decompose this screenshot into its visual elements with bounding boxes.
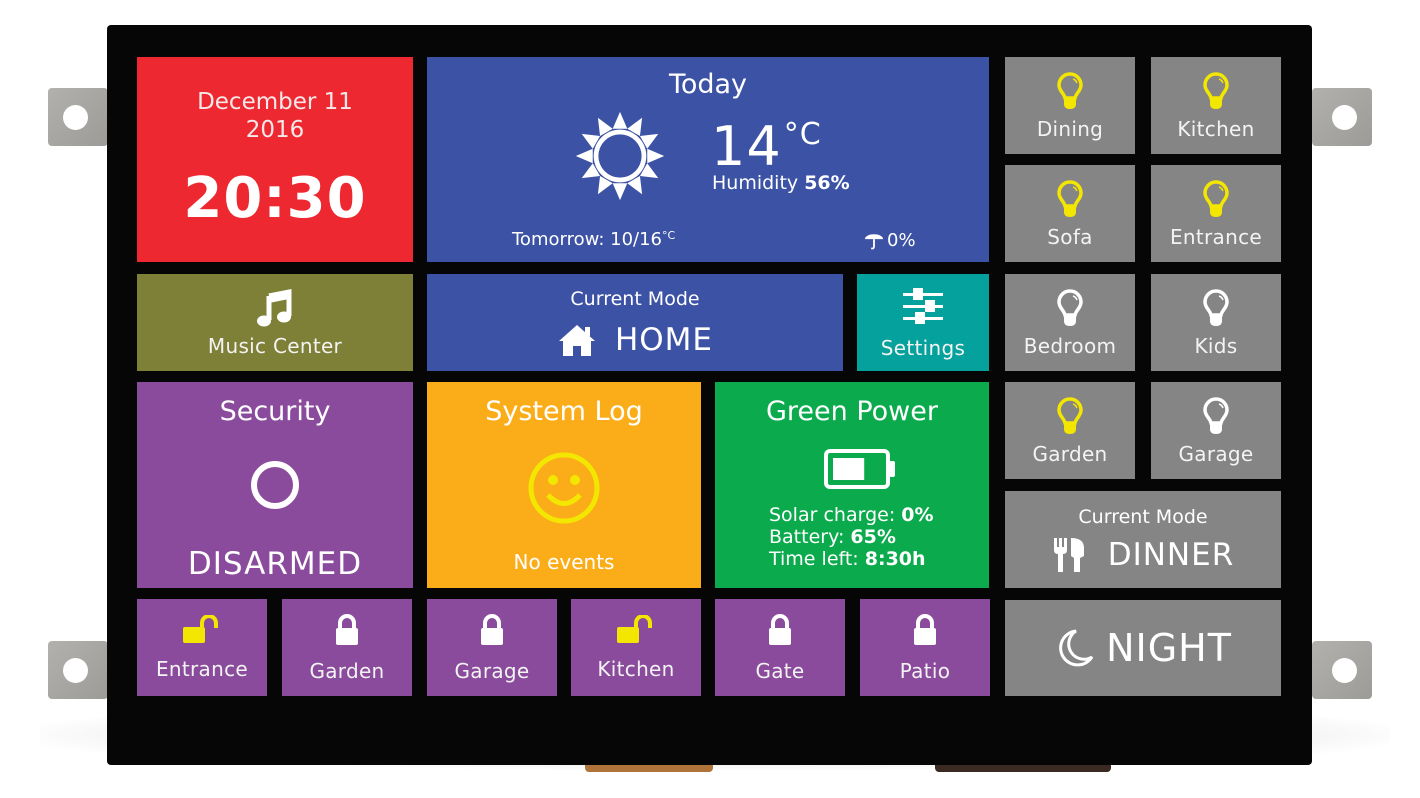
tomorrow-forecast: Tomorrow: 10/16°C: [512, 229, 676, 250]
lock-label: Garden: [309, 658, 385, 683]
lightbulb-off-icon: [1201, 396, 1231, 436]
current-mode-tile[interactable]: Current Mode HOME: [427, 274, 843, 371]
lightbulb-on-icon: [1055, 71, 1085, 111]
light-tile-bedroom[interactable]: Bedroom: [1005, 274, 1135, 371]
lock-label: Entrance: [155, 656, 248, 681]
home-icon: [557, 323, 597, 357]
light-label: Kids: [1194, 333, 1238, 358]
humidity-value: 56%: [804, 172, 850, 194]
time-left: Time left: 8:30h: [769, 548, 926, 570]
lock-tile-garage[interactable]: Garage: [427, 599, 557, 696]
moon-icon: [1054, 627, 1096, 669]
sliders-icon: [901, 286, 945, 326]
light-tile-kids[interactable]: Kids: [1151, 274, 1281, 371]
battery-icon: [823, 448, 899, 490]
light-label: Garage: [1178, 441, 1254, 466]
lock-open-icon: [181, 614, 223, 645]
mounting-tab-top-right: [1312, 88, 1372, 146]
settings-label: Settings: [880, 335, 966, 360]
lock-closed-icon: [766, 613, 794, 647]
lightbulb-on-icon: [1055, 179, 1085, 219]
lock-label: Gate: [755, 658, 805, 683]
date-line-1: December 11: [197, 89, 353, 115]
lock-tile-gate[interactable]: Gate: [715, 599, 845, 696]
lock-closed-icon: [911, 613, 939, 647]
light-label: Kitchen: [1177, 116, 1255, 141]
light-tile-garage[interactable]: Garage: [1151, 382, 1281, 479]
green-power-tile[interactable]: Green Power Solar charge: 0% Battery: 65…: [715, 382, 989, 588]
dinner-mode-value: DINNER: [1107, 536, 1235, 573]
lightbulb-off-icon: [1201, 288, 1231, 328]
lock-label: Kitchen: [597, 656, 675, 681]
music-center-tile[interactable]: Music Center: [137, 274, 413, 371]
lock-tile-garden[interactable]: Garden: [282, 599, 412, 696]
system-log-status: No events: [513, 550, 615, 574]
music-note-icon: [255, 288, 295, 328]
solar-charge: Solar charge: 0%: [769, 504, 934, 526]
light-tile-garden[interactable]: Garden: [1005, 382, 1135, 479]
lock-open-icon: [615, 614, 657, 645]
sun-icon: [573, 109, 667, 203]
light-label: Sofa: [1047, 224, 1093, 249]
security-title: Security: [219, 396, 331, 427]
rain-chance: 0%: [863, 229, 916, 251]
temperature-unit: °C: [783, 117, 822, 152]
lock-closed-icon: [333, 613, 361, 647]
umbrella-icon: [863, 229, 885, 251]
lightbulb-on-icon: [1201, 179, 1231, 219]
humidity: Humidity 56%: [712, 172, 850, 194]
battery-level: Battery: 65%: [769, 526, 896, 548]
lightbulb-on-icon: [1055, 396, 1085, 436]
light-tile-sofa[interactable]: Sofa: [1005, 165, 1135, 262]
light-tile-kitchen[interactable]: Kitchen: [1151, 57, 1281, 154]
light-tile-dining[interactable]: Dining: [1005, 57, 1135, 154]
light-label: Bedroom: [1023, 333, 1117, 358]
date-line-2: 2016: [245, 117, 305, 143]
mounting-tab-bottom-right: [1312, 641, 1372, 699]
current-mode-value: HOME: [614, 321, 714, 358]
system-log-title: System Log: [485, 396, 643, 427]
lightbulb-off-icon: [1055, 288, 1085, 328]
mounting-tab-bottom-left: [48, 641, 108, 699]
battery-fill: [833, 458, 865, 480]
lock-closed-icon: [478, 613, 506, 647]
clock-tile[interactable]: December 11 2016 20:30: [137, 57, 413, 262]
lightbulb-on-icon: [1201, 71, 1231, 111]
security-state: DISARMED: [187, 546, 363, 582]
lock-tile-kitchen[interactable]: Kitchen: [571, 599, 701, 696]
night-mode-value: NIGHT: [1106, 626, 1232, 670]
settings-tile[interactable]: Settings: [857, 274, 989, 371]
smiley-icon: [526, 450, 602, 526]
lock-tile-patio[interactable]: Patio: [860, 599, 990, 696]
mounting-tab-top-left: [48, 88, 108, 146]
light-tile-entrance[interactable]: Entrance: [1151, 165, 1281, 262]
temperature: 14°C: [711, 115, 822, 178]
weather-tile[interactable]: Today 14°C Humidity 56% Tomorrow: 10/16°…: [427, 57, 989, 262]
weather-title: Today: [668, 69, 748, 100]
lock-tile-entrance[interactable]: Entrance: [137, 599, 267, 696]
current-mode-label: Current Mode: [570, 287, 700, 310]
clock-time: 20:30: [183, 166, 367, 231]
green-power-title: Green Power: [766, 396, 938, 427]
music-center-label: Music Center: [207, 333, 343, 358]
dinner-mode-label: Current Mode: [1078, 505, 1208, 528]
light-label: Garden: [1032, 441, 1108, 466]
light-label: Entrance: [1169, 224, 1262, 249]
system-log-tile[interactable]: System Log No events: [427, 382, 701, 588]
ring-icon: [248, 458, 302, 512]
night-mode-button[interactable]: NIGHT: [1005, 600, 1281, 696]
lock-label: Patio: [899, 658, 951, 683]
security-tile[interactable]: Security DISARMED: [137, 382, 413, 588]
fork-knife-icon: [1052, 536, 1086, 574]
light-label: Dining: [1036, 116, 1104, 141]
lock-label: Garage: [454, 658, 530, 683]
dinner-mode-tile[interactable]: Current Mode DINNER: [1005, 491, 1281, 588]
